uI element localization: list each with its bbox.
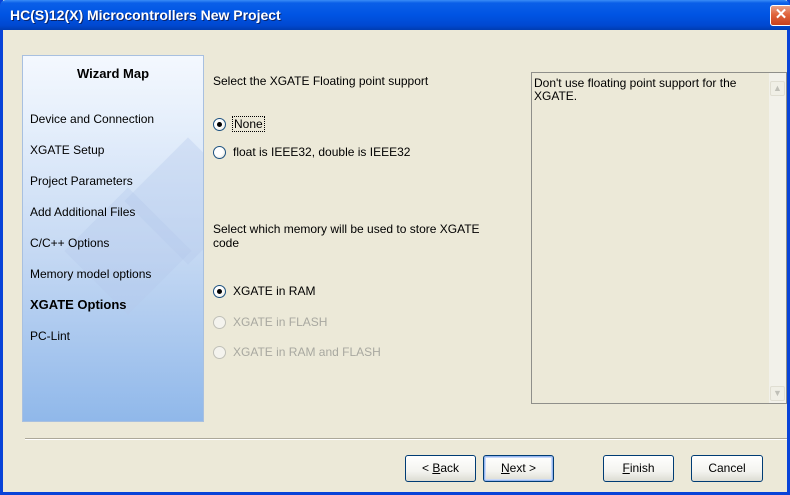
radio-fp-ieee32[interactable] xyxy=(213,146,226,159)
description-scrollbar[interactable]: ▲ ▼ xyxy=(769,73,786,403)
wizard-step-xgate-options[interactable]: XGATE Options xyxy=(30,297,127,312)
finish-button[interactable]: Finish xyxy=(603,455,674,482)
finish-rest: inish xyxy=(629,461,655,475)
finish-mnemonic: F xyxy=(622,461,630,475)
back-button[interactable]: < Back xyxy=(405,455,476,482)
scroll-down-icon[interactable]: ▼ xyxy=(770,386,785,401)
back-prefix: < xyxy=(421,461,433,475)
wizard-map-panel: Wizard Map Device and Connection XGATE S… xyxy=(22,55,204,422)
footer-separator xyxy=(25,438,787,440)
window-title: HC(S)12(X) Microcontrollers New Project xyxy=(10,7,281,23)
radio-xgate-flash-label: XGATE in FLASH xyxy=(233,315,328,329)
next-button[interactable]: Next > xyxy=(483,455,554,482)
wizard-step-memory-model[interactable]: Memory model options xyxy=(30,267,151,281)
description-text: Don't use floating point support for the… xyxy=(534,76,737,103)
wizard-step-pc-lint[interactable]: PC-Lint xyxy=(30,329,70,343)
close-icon: ✕ xyxy=(774,6,788,23)
radio-fp-none-label[interactable]: None xyxy=(232,116,265,132)
radio-xgate-ram[interactable] xyxy=(213,285,226,298)
memory-prompt-line1: Select which memory will be used to stor… xyxy=(213,222,480,236)
wizard-step-project-parameters[interactable]: Project Parameters xyxy=(30,174,133,188)
scroll-up-icon[interactable]: ▲ xyxy=(770,81,785,96)
description-box: Don't use floating point support for the… xyxy=(531,72,787,404)
radio-xgate-ram-flash-label: XGATE in RAM and FLASH xyxy=(233,345,381,359)
radio-fp-ieee32-label[interactable]: float is IEEE32, double is IEEE32 xyxy=(233,145,410,159)
next-mnemonic: N xyxy=(500,461,510,475)
new-project-dialog: HC(S)12(X) Microcontrollers New Project … xyxy=(0,0,790,495)
floating-point-prompt: Select the XGATE Floating point support xyxy=(213,74,429,88)
radio-xgate-ram-flash xyxy=(213,346,226,359)
wizard-map-title: Wizard Map xyxy=(76,66,150,81)
radio-xgate-flash xyxy=(213,316,226,329)
radio-fp-none[interactable] xyxy=(213,118,226,131)
back-rest: ack xyxy=(440,461,460,475)
wizard-step-device-connection[interactable]: Device and Connection xyxy=(30,112,154,126)
next-rest: ext > xyxy=(509,461,537,475)
wizard-step-c-cpp-options[interactable]: C/C++ Options xyxy=(30,236,109,250)
wizard-step-xgate-setup[interactable]: XGATE Setup xyxy=(30,143,104,157)
cancel-button[interactable]: Cancel xyxy=(691,455,763,482)
close-button[interactable]: ✕ xyxy=(770,5,790,26)
radio-xgate-ram-label[interactable]: XGATE in RAM xyxy=(233,284,315,298)
wizard-step-add-files[interactable]: Add Additional Files xyxy=(30,205,135,219)
memory-prompt-line2: code xyxy=(213,236,240,250)
title-bar[interactable]: HC(S)12(X) Microcontrollers New Project … xyxy=(0,0,790,30)
